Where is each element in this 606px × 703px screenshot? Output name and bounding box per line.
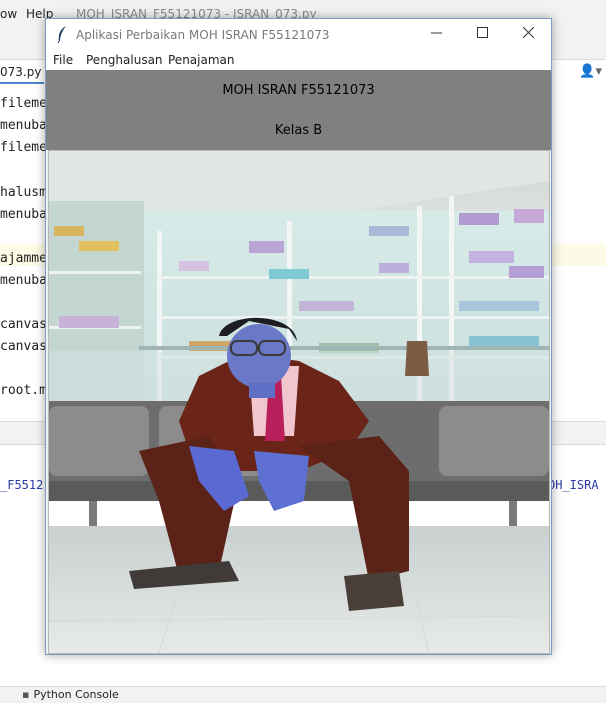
ide-statusbar: ▪ Python Console bbox=[0, 686, 606, 703]
app-window: Aplikasi Perbaikan MOH ISRAN F55121073 F… bbox=[45, 18, 552, 655]
name-label: MOH ISRAN F55121073 bbox=[222, 83, 375, 98]
menu-file[interactable]: File bbox=[53, 53, 73, 67]
code-line: canvas bbox=[0, 339, 47, 354]
user-icon[interactable]: 👤▾ bbox=[579, 64, 602, 79]
app-titlebar[interactable]: Aplikasi Perbaikan MOH ISRAN F55121073 bbox=[46, 19, 551, 50]
image-canvas[interactable] bbox=[48, 150, 550, 654]
close-button[interactable] bbox=[505, 19, 551, 50]
python-console-tab[interactable]: ▪ Python Console bbox=[22, 688, 119, 701]
code-line: canvas bbox=[0, 317, 47, 332]
feather-icon bbox=[56, 25, 68, 47]
python-console-icon: ▪ bbox=[22, 688, 30, 701]
run-output-right: OH_ISRA bbox=[548, 478, 599, 492]
ide-menu-view[interactable]: ow bbox=[0, 7, 17, 21]
menu-penajaman[interactable]: Penajaman bbox=[168, 53, 235, 67]
python-console-label: Python Console bbox=[33, 688, 119, 701]
photo-image bbox=[49, 151, 549, 653]
code-line: ajamme bbox=[0, 251, 47, 266]
app-menubar: File Penghalusan Penajaman bbox=[46, 50, 551, 70]
menu-penghalusan[interactable]: Penghalusan bbox=[86, 53, 163, 67]
maximize-button[interactable] bbox=[459, 19, 505, 50]
minimize-button[interactable] bbox=[413, 19, 459, 50]
app-header-panel: MOH ISRAN F55121073 Kelas B bbox=[46, 70, 551, 150]
run-output-left: _F5512 bbox=[0, 478, 44, 492]
class-label: Kelas B bbox=[274, 123, 323, 138]
app-title: Aplikasi Perbaikan MOH ISRAN F55121073 bbox=[76, 28, 330, 42]
ide-file-tab[interactable]: 073.py bbox=[0, 62, 44, 84]
